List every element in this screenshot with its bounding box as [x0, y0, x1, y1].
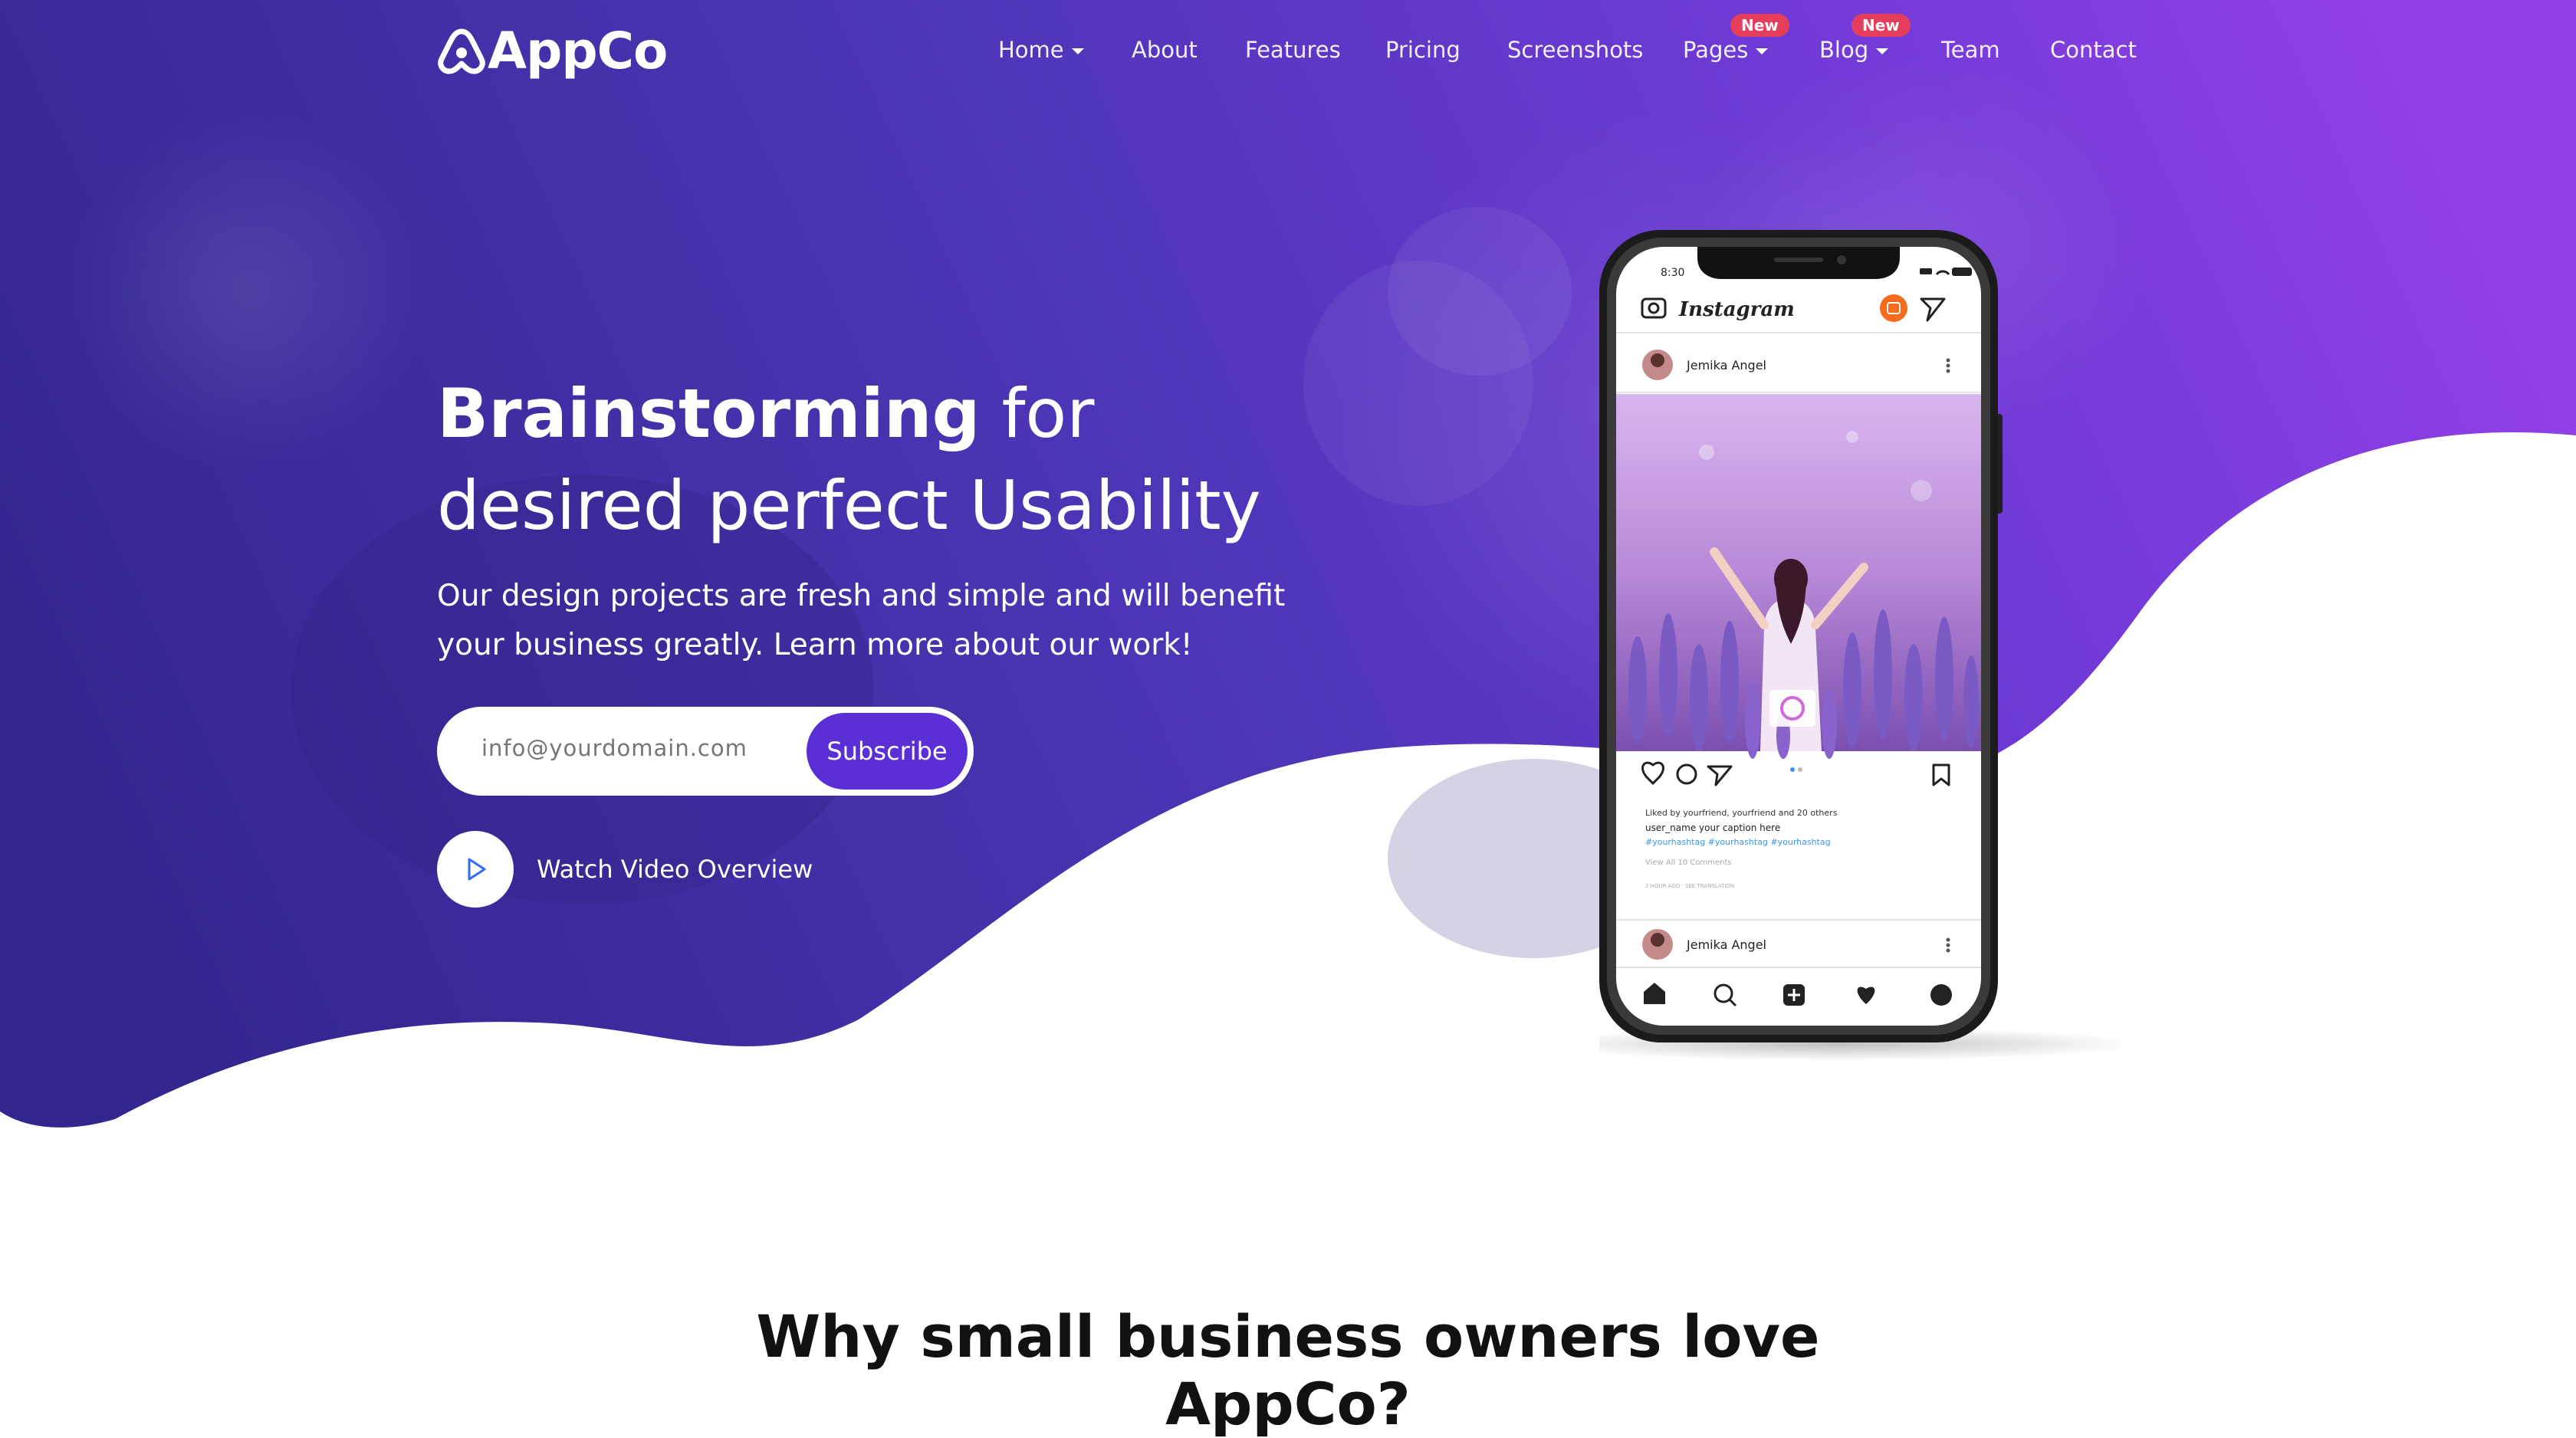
profile-icon[interactable]: [1930, 984, 1952, 1006]
status-time: 8:30: [1661, 267, 1684, 279]
hero-background: [0, 0, 2576, 1128]
post-username: Jemika Angel: [1686, 358, 1766, 373]
top-navbar: AppCo Home About Features Pricing Screen…: [0, 0, 2576, 107]
caption-text: user_name your caption here: [1645, 822, 1780, 833]
hero-description: Our design projects are fresh and simple…: [437, 579, 1286, 662]
section-title: Why small business owners love AppCo?: [756, 1302, 1820, 1438]
headline-line2: desired perfect Usability: [437, 466, 1261, 545]
app-name: Instagram: [1678, 298, 1795, 321]
new-badge: New: [1730, 14, 1789, 37]
chevron-down-icon: [1756, 48, 1769, 54]
subscribe-form: Subscribe: [437, 707, 974, 796]
second-username: Jemika Angel: [1686, 937, 1766, 952]
comments-link[interactable]: View All 10 Comments: [1645, 859, 1732, 867]
nav-pricing[interactable]: Pricing: [1385, 37, 1460, 63]
nav-team[interactable]: Team: [1941, 37, 2000, 63]
nav-pages[interactable]: New Pages: [1683, 14, 1789, 63]
chevron-down-icon: [1071, 48, 1084, 54]
play-icon: [468, 858, 486, 881]
new-badge: New: [1852, 14, 1911, 37]
video-label: Watch Video Overview: [537, 855, 813, 884]
email-input[interactable]: [480, 734, 790, 762]
hashtags-text[interactable]: #yourhashtag #yourhashtag #yourhashtag: [1645, 837, 1831, 847]
nav-home[interactable]: Home: [998, 37, 1084, 63]
headline-bold: Brainstorming: [437, 374, 981, 453]
likes-text: Liked by yourfriend, yourfriend and 20 o…: [1645, 808, 1838, 818]
nav-features[interactable]: Features: [1245, 37, 1341, 63]
add-post-icon[interactable]: [1783, 984, 1805, 1006]
nav-screenshots[interactable]: Screenshots: [1507, 37, 1643, 63]
main-menu: Home About Features Pricing Screenshots …: [0, 14, 2576, 67]
time-ago: 2 HOUR AGO · SEE TRANSLATION: [1645, 883, 1734, 889]
phone-mockup: 8:30 Instagram Jemika Angel Liked by you…: [1599, 230, 2121, 1061]
subscribe-button[interactable]: Subscribe: [807, 713, 968, 790]
post-photo: [1616, 394, 1981, 759]
igtv-icon[interactable]: [1880, 294, 1907, 322]
chevron-down-icon: [1876, 48, 1889, 54]
nav-blog[interactable]: New Blog: [1819, 14, 1911, 63]
headline-rest: for: [980, 374, 1095, 453]
play-button[interactable]: [437, 831, 514, 908]
watch-video-link[interactable]: Watch Video Overview: [437, 831, 813, 908]
nav-about[interactable]: About: [1132, 37, 1198, 63]
hero-section: AppCo Home About Features Pricing Screen…: [0, 0, 2576, 1438]
nav-contact[interactable]: Contact: [2050, 37, 2137, 63]
hero-headline: Brainstorming for desired perfect Usabili…: [437, 368, 1357, 552]
